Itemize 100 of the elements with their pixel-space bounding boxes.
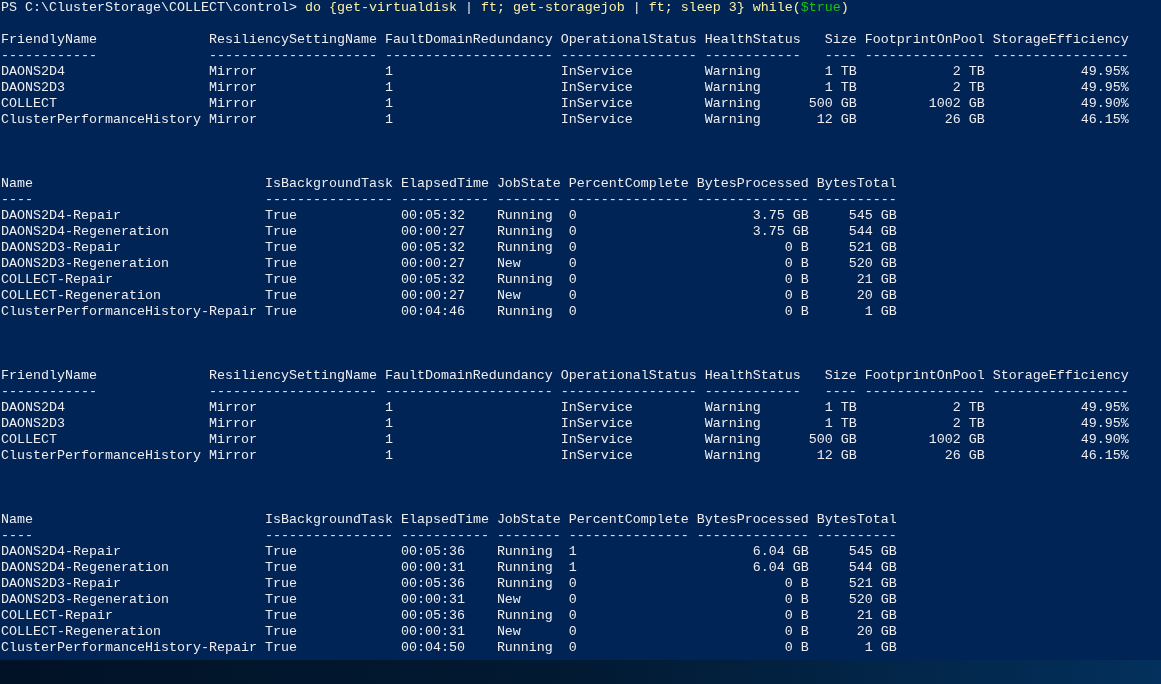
table-cell: 49.95% [1080, 64, 1129, 80]
table-cell: Mirror [208, 432, 257, 448]
table-cell: DAONS2D3-Repair [1, 576, 121, 592]
table-cell: InService [560, 80, 633, 96]
table-cell: Running [496, 240, 553, 256]
table-cell: 00:00:31 [400, 560, 465, 576]
column-header: ElapsedTime [400, 512, 489, 528]
header-rule: --------------- [568, 528, 689, 544]
table-cell: 521 GB [848, 240, 897, 256]
table-cell: 500 GB [808, 96, 857, 112]
table-cell: True [264, 560, 297, 576]
header-rule: --------------------- [208, 48, 377, 64]
header-rule: -------- [496, 192, 561, 208]
table-cell: 46.15% [1080, 112, 1129, 128]
table-cell: Running [496, 544, 553, 560]
table-cell: Mirror [208, 112, 257, 128]
column-header: ResiliencySettingName [208, 368, 377, 384]
column-header: ElapsedTime [400, 176, 489, 192]
table-cell: 0 B [784, 608, 809, 624]
table-cell: 12 GB [816, 112, 857, 128]
header-rule: ------------ [1, 384, 97, 400]
table-cell: 0 [568, 208, 577, 224]
table-cell: 49.95% [1080, 400, 1129, 416]
table-cell: 26 GB [944, 448, 985, 464]
table-cell: 521 GB [848, 576, 897, 592]
table-cell: 0 [568, 592, 577, 608]
table-cell: 1 TB [824, 80, 857, 96]
table-cell: 520 GB [848, 256, 897, 272]
table-cell: True [264, 608, 297, 624]
table-cell: Mirror [208, 400, 257, 416]
column-header: PercentComplete [568, 176, 689, 192]
table-cell: Warning [704, 80, 761, 96]
table-cell: 0 B [784, 272, 809, 288]
table-cell: 2 TB [952, 416, 985, 432]
table-cell: DAONS2D4-Repair [1, 208, 121, 224]
table-cell: InService [560, 96, 633, 112]
header-rule: ------------ [704, 48, 801, 64]
table-cell: Mirror [208, 64, 257, 80]
table-cell: 6.04 GB [752, 544, 809, 560]
table-cell: 500 GB [808, 432, 857, 448]
table-cell: 1 [384, 448, 393, 464]
table-cell: InService [560, 112, 633, 128]
table-cell: DAONS2D4 [1, 400, 65, 416]
table-cell: DAONS2D3-Regeneration [1, 592, 169, 608]
table-cell: 0 [568, 240, 577, 256]
table-cell: True [264, 240, 297, 256]
table-cell: COLLECT-Regeneration [1, 624, 161, 640]
table-cell: 20 GB [856, 624, 897, 640]
header-rule: ----------------- [560, 384, 697, 400]
column-header: Size [824, 368, 857, 384]
table-cell: Warning [704, 112, 761, 128]
table-cell: 2 TB [952, 80, 985, 96]
table-cell: True [264, 624, 297, 640]
table-cell: 0 B [784, 576, 809, 592]
table-cell: Running [496, 560, 553, 576]
table-cell: 46.15% [1080, 448, 1129, 464]
table-cell: COLLECT [1, 96, 57, 112]
table-cell: InService [560, 64, 633, 80]
table-cell: 1 GB [864, 640, 897, 656]
table-cell: InService [560, 416, 633, 432]
table-cell: 00:00:27 [400, 256, 465, 272]
table-cell: 1 [384, 80, 393, 96]
table-cell: 1 GB [864, 304, 897, 320]
table-cell: COLLECT [1, 432, 57, 448]
table-cell: 544 GB [848, 224, 897, 240]
header-rule: ----------------- [992, 384, 1129, 400]
table-cell: InService [560, 432, 633, 448]
table-cell: 00:05:36 [400, 544, 465, 560]
column-header: BytesProcessed [696, 176, 809, 192]
table-cell: DAONS2D4-Repair [1, 544, 121, 560]
table-cell: DAONS2D3-Repair [1, 240, 121, 256]
header-rule: --------------------- [208, 384, 377, 400]
table-cell: 0 [568, 640, 577, 656]
column-header: BytesProcessed [696, 512, 809, 528]
table-cell: 3.75 GB [752, 208, 809, 224]
table-cell: True [264, 544, 297, 560]
table-cell: DAONS2D3 [1, 416, 65, 432]
header-rule: -------------- [696, 528, 809, 544]
table-cell: 00:05:36 [400, 576, 465, 592]
table-cell: COLLECT-Repair [1, 608, 113, 624]
header-rule: --------------- [568, 192, 689, 208]
column-header: FriendlyName [1, 368, 97, 384]
table-cell: 0 [568, 624, 577, 640]
table-cell: 1 TB [824, 416, 857, 432]
table-cell: Running [496, 640, 553, 656]
column-header: BytesTotal [816, 512, 897, 528]
table-cell: 0 [568, 272, 577, 288]
header-rule: --------------------- [384, 48, 553, 64]
table-cell: Warning [704, 416, 761, 432]
table-cell: 1 [384, 400, 393, 416]
header-rule: ------------ [704, 384, 801, 400]
column-header: HealthStatus [704, 368, 801, 384]
table-cell: 545 GB [848, 208, 897, 224]
table-cell: Mirror [208, 96, 257, 112]
column-header: Name [1, 512, 33, 528]
table-cell: COLLECT-Repair [1, 272, 113, 288]
table-cell: InService [560, 448, 633, 464]
column-header: IsBackgroundTask [264, 512, 393, 528]
table-cell: Warning [704, 96, 761, 112]
table-cell: 00:00:27 [400, 224, 465, 240]
